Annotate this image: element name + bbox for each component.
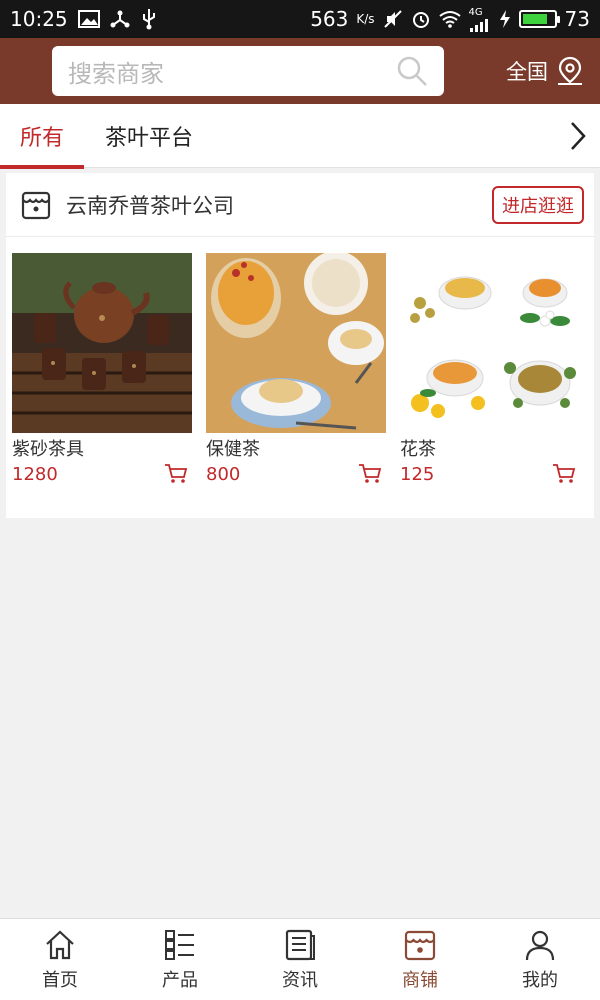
status-bar: 10:25 563 K/s 4G 73	[0, 0, 600, 38]
nav-mine[interactable]: 我的	[480, 919, 600, 1000]
mute-icon	[383, 9, 403, 29]
nav-shops[interactable]: 商铺	[360, 919, 480, 1000]
chevron-right-icon[interactable]	[566, 120, 590, 152]
store-icon	[21, 191, 51, 219]
status-time: 10:25	[10, 7, 68, 31]
product-price: 125	[400, 463, 435, 485]
product-image-tea-set[interactable]	[12, 253, 192, 433]
product-item[interactable]: 保健茶 800	[206, 253, 386, 485]
product-item[interactable]: 花茶 125	[400, 253, 580, 485]
visit-store-button[interactable]: 进店逛逛	[492, 185, 584, 224]
region-selector[interactable]: 全国	[506, 38, 584, 104]
product-item[interactable]: 紫砂茶具 1280	[12, 253, 192, 485]
share-icon	[110, 9, 130, 29]
product-image-flower-tea[interactable]	[400, 253, 580, 433]
nav-home-label: 首页	[42, 969, 78, 991]
product-name: 保健茶	[206, 439, 260, 460]
shop-header: 云南乔普茶叶公司 进店逛逛	[6, 173, 594, 237]
nav-news-label: 资讯	[282, 969, 318, 991]
gallery-icon	[77, 10, 100, 28]
network-speed: 563	[310, 7, 349, 31]
usb-icon	[140, 8, 158, 30]
shop-icon	[404, 930, 436, 960]
bottom-nav: 首页 产品 资讯 商铺 我的	[0, 918, 600, 1000]
home-icon	[46, 930, 74, 959]
battery-icon	[518, 10, 560, 28]
region-label: 全国	[506, 60, 548, 84]
cart-icon[interactable]	[552, 463, 576, 485]
nav-shops-label: 商铺	[402, 969, 438, 991]
list-icon	[165, 929, 194, 960]
search-icon[interactable]	[396, 55, 428, 87]
location-pin-icon	[558, 56, 582, 85]
product-name: 花茶	[400, 439, 436, 460]
battery-level: 73	[564, 7, 590, 31]
charging-icon	[499, 9, 511, 29]
network-speed-unit: K/s	[356, 12, 375, 26]
alarm-icon	[411, 9, 431, 29]
cart-icon[interactable]	[358, 463, 382, 485]
product-price: 800	[206, 463, 241, 485]
search-placeholder: 搜索商家	[68, 59, 164, 88]
cart-icon[interactable]	[164, 463, 188, 485]
nav-products[interactable]: 产品	[120, 919, 240, 1000]
signal-icon: 4G	[469, 7, 491, 32]
news-icon	[285, 929, 315, 960]
shop-card: 云南乔普茶叶公司 进店逛逛 紫砂茶具 1280 保健茶 800 花茶 125	[6, 173, 594, 518]
nav-home[interactable]: 首页	[0, 919, 120, 1000]
product-image-health-tea[interactable]	[206, 253, 386, 433]
search-input[interactable]: 搜索商家	[52, 46, 444, 96]
nav-news[interactable]: 资讯	[240, 919, 360, 1000]
network-type: 4G	[468, 6, 483, 18]
product-list: 紫砂茶具 1280 保健茶 800 花茶 125	[6, 237, 594, 517]
product-name: 紫砂茶具	[12, 439, 84, 460]
nav-mine-label: 我的	[522, 969, 558, 991]
wifi-icon	[438, 10, 461, 28]
product-price: 1280	[12, 463, 58, 485]
tab-all[interactable]: 所有	[0, 104, 84, 169]
header: 搜索商家 全国	[0, 38, 600, 104]
tab-tea-platform[interactable]: 茶叶平台	[94, 104, 204, 168]
shop-name: 云南乔普茶叶公司	[66, 193, 234, 218]
nav-products-label: 产品	[162, 969, 198, 991]
category-tabs: 所有 茶叶平台	[0, 104, 600, 169]
user-icon	[525, 930, 555, 960]
